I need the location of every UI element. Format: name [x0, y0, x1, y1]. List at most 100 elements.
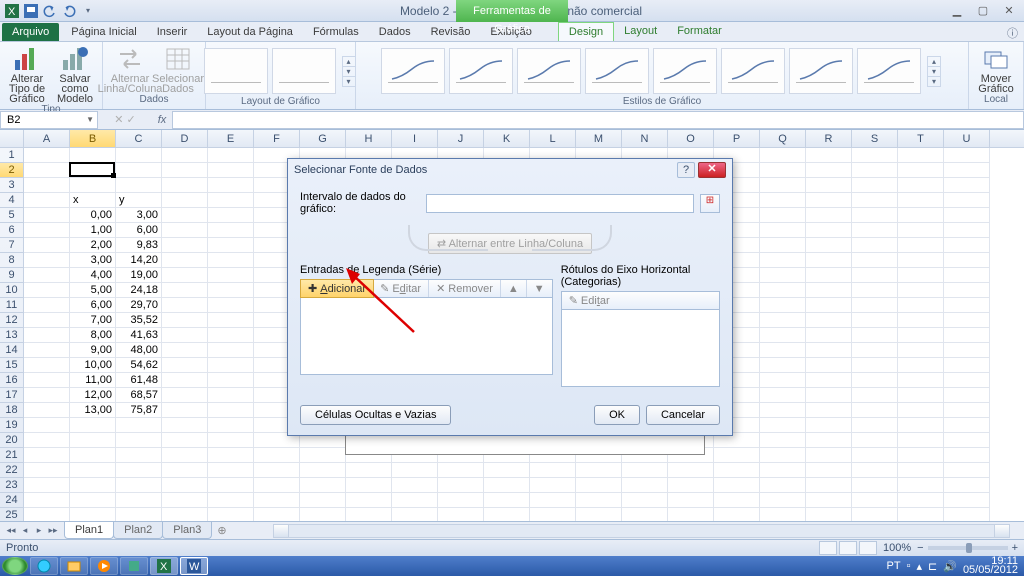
cell[interactable] — [760, 343, 806, 358]
cell[interactable]: 68,57 — [116, 388, 162, 403]
row-header[interactable]: 3 — [0, 178, 24, 193]
cell[interactable] — [806, 358, 852, 373]
row-header[interactable]: 8 — [0, 253, 24, 268]
cell[interactable] — [24, 193, 70, 208]
cell[interactable] — [852, 478, 898, 493]
cell[interactable]: 8,00 — [70, 328, 116, 343]
cell[interactable] — [116, 493, 162, 508]
tab-file[interactable]: Arquivo — [2, 23, 59, 41]
cell[interactable] — [944, 268, 990, 283]
formula-input[interactable] — [172, 111, 1024, 129]
row-header[interactable]: 16 — [0, 373, 24, 388]
cell[interactable] — [944, 448, 990, 463]
cell[interactable] — [162, 478, 208, 493]
tray-flag-icon[interactable]: ▫ — [907, 560, 911, 572]
row-header[interactable]: 17 — [0, 388, 24, 403]
cell[interactable] — [760, 463, 806, 478]
cell[interactable]: 75,87 — [116, 403, 162, 418]
cell[interactable] — [24, 253, 70, 268]
tab-formatar[interactable]: Formatar — [667, 22, 732, 41]
cell[interactable] — [944, 328, 990, 343]
row-header[interactable]: 21 — [0, 448, 24, 463]
cell[interactable] — [806, 388, 852, 403]
cell[interactable]: 4,00 — [70, 268, 116, 283]
cell[interactable] — [208, 268, 254, 283]
cell[interactable] — [208, 313, 254, 328]
cell[interactable] — [852, 193, 898, 208]
cell[interactable] — [760, 418, 806, 433]
cell[interactable] — [162, 238, 208, 253]
taskbar-excel-icon[interactable]: X — [150, 557, 178, 575]
cell[interactable] — [116, 148, 162, 163]
cell[interactable] — [668, 493, 714, 508]
column-header[interactable]: B — [70, 130, 116, 147]
cell[interactable] — [898, 328, 944, 343]
hidden-cells-button[interactable]: Células Ocultas e Vazias — [300, 405, 451, 425]
chart-style-thumb[interactable] — [789, 48, 853, 94]
column-header[interactable]: H — [346, 130, 392, 147]
cell[interactable] — [162, 163, 208, 178]
row-header[interactable]: 23 — [0, 478, 24, 493]
cell[interactable] — [852, 388, 898, 403]
cell[interactable]: 3,00 — [116, 208, 162, 223]
cell[interactable] — [944, 193, 990, 208]
cell[interactable] — [760, 253, 806, 268]
cell[interactable] — [806, 208, 852, 223]
cell[interactable] — [70, 178, 116, 193]
cell[interactable] — [806, 223, 852, 238]
cell[interactable] — [898, 238, 944, 253]
cell[interactable] — [944, 358, 990, 373]
select-all-corner[interactable] — [0, 130, 24, 147]
cell[interactable] — [162, 388, 208, 403]
column-header[interactable]: N — [622, 130, 668, 147]
cell[interactable] — [162, 373, 208, 388]
cell[interactable] — [70, 493, 116, 508]
horizontal-scrollbar[interactable] — [273, 524, 1010, 538]
cell[interactable] — [898, 223, 944, 238]
row-header[interactable]: 12 — [0, 313, 24, 328]
cell[interactable]: 29,70 — [116, 298, 162, 313]
tab-página-inicial[interactable]: Página Inicial — [61, 23, 146, 41]
cell[interactable] — [208, 478, 254, 493]
cell[interactable] — [760, 448, 806, 463]
cell[interactable] — [806, 463, 852, 478]
column-header[interactable]: P — [714, 130, 760, 147]
cell[interactable] — [760, 403, 806, 418]
cell[interactable] — [208, 148, 254, 163]
zoom-level[interactable]: 100% — [883, 542, 911, 554]
cell[interactable] — [852, 148, 898, 163]
cell[interactable] — [714, 493, 760, 508]
cell[interactable] — [24, 223, 70, 238]
taskbar-ie-icon[interactable] — [30, 557, 58, 575]
tab-design[interactable]: Design — [558, 22, 614, 41]
cell[interactable] — [852, 178, 898, 193]
cell[interactable] — [24, 178, 70, 193]
cell[interactable] — [208, 298, 254, 313]
cell[interactable] — [760, 178, 806, 193]
cell[interactable] — [760, 478, 806, 493]
cell[interactable] — [760, 238, 806, 253]
cell[interactable]: 9,83 — [116, 238, 162, 253]
cell[interactable] — [852, 448, 898, 463]
cell[interactable] — [162, 403, 208, 418]
cell[interactable] — [24, 238, 70, 253]
cell[interactable] — [162, 208, 208, 223]
cell[interactable] — [24, 313, 70, 328]
cell[interactable] — [162, 433, 208, 448]
cell[interactable] — [806, 313, 852, 328]
cell[interactable] — [162, 463, 208, 478]
chart-style-thumb[interactable] — [653, 48, 717, 94]
cell[interactable] — [944, 148, 990, 163]
cell[interactable]: 13,00 — [70, 403, 116, 418]
cell[interactable] — [898, 268, 944, 283]
cell[interactable] — [944, 313, 990, 328]
cell[interactable] — [24, 463, 70, 478]
start-button[interactable] — [2, 557, 28, 575]
row-header[interactable]: 24 — [0, 493, 24, 508]
cell[interactable]: 24,18 — [116, 283, 162, 298]
cell[interactable]: 19,00 — [116, 268, 162, 283]
column-header[interactable]: F — [254, 130, 300, 147]
cell[interactable] — [806, 178, 852, 193]
cell[interactable]: 54,62 — [116, 358, 162, 373]
tray-lang[interactable]: PT — [887, 560, 901, 572]
